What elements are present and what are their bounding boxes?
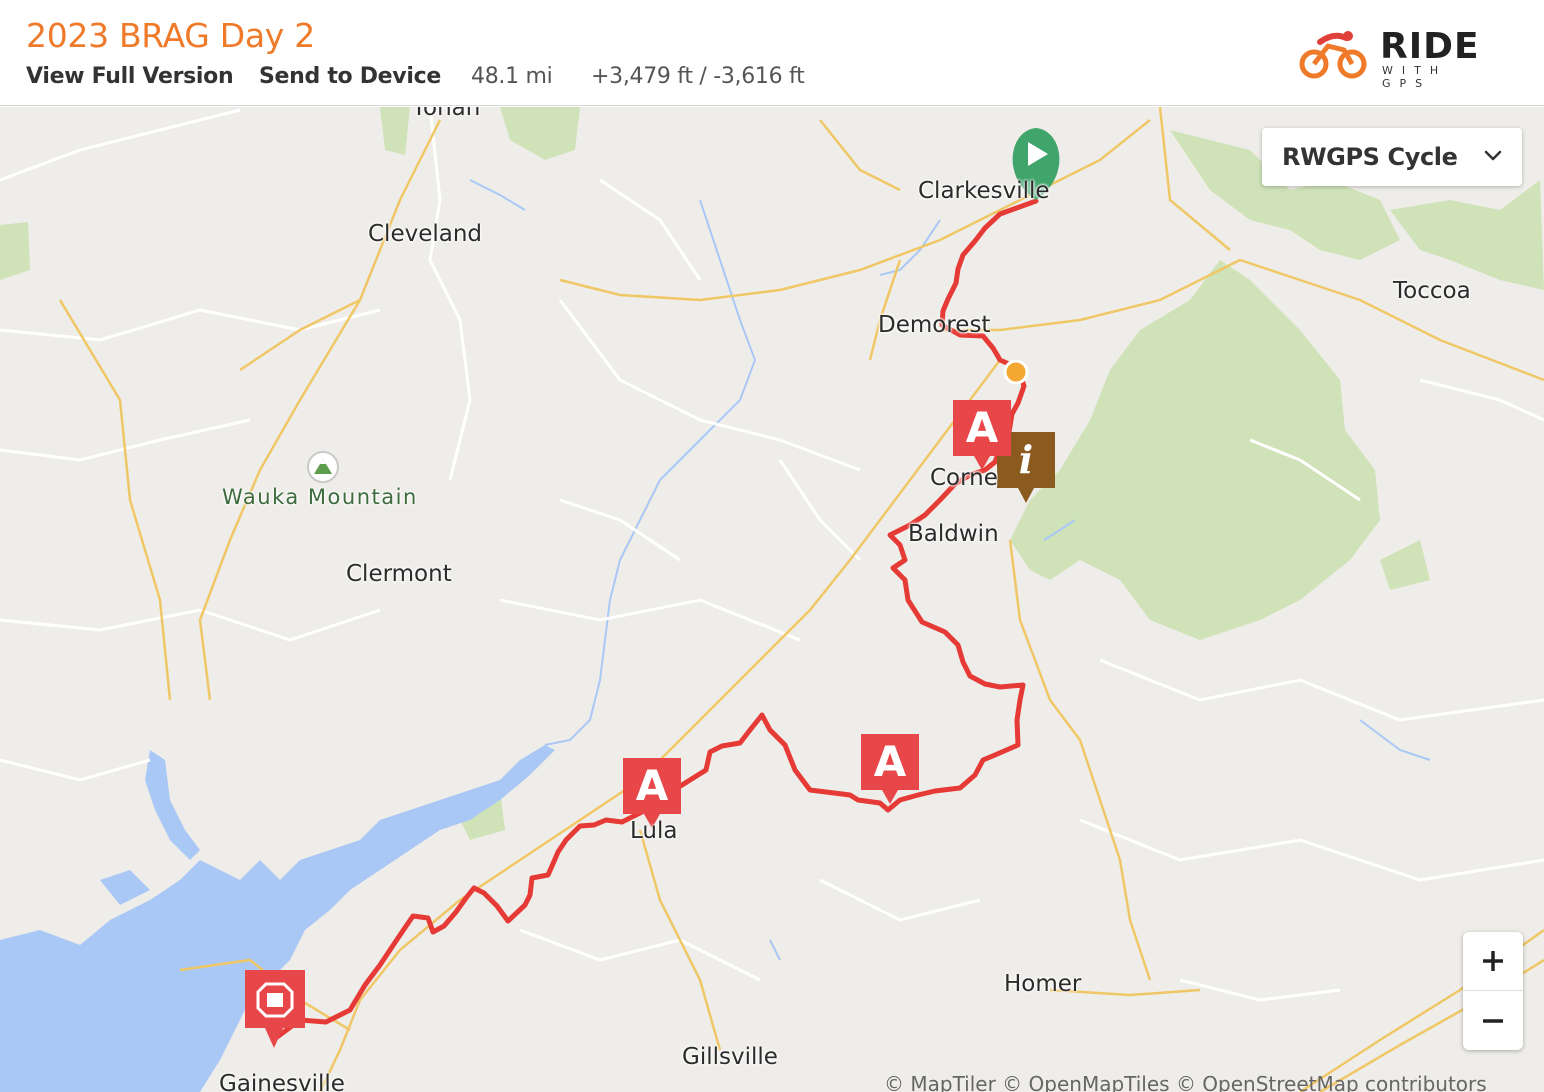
place-label-clarkesville: Clarkesville — [918, 178, 1050, 204]
place-label-cornelia: Cornelia — [930, 465, 998, 491]
place-label-clermont: Clermont — [346, 561, 452, 587]
chevron-down-icon — [1484, 150, 1502, 161]
info-icon: i — [1018, 437, 1034, 482]
zoom-in-button[interactable] — [1463, 932, 1523, 991]
map-canvas[interactable] — [0, 107, 1544, 1092]
map-style-label: RWGPS Cycle — [1282, 143, 1458, 171]
place-label-homer: Homer — [1004, 971, 1082, 997]
distance-stat: 48.1 mi — [471, 64, 553, 89]
place-label-demorest: Demorest — [878, 312, 991, 338]
waypoint-dot[interactable] — [1003, 359, 1029, 385]
logo-subtitle: WITH GPS — [1382, 64, 1448, 90]
view-full-version-link[interactable]: View Full Version — [26, 64, 234, 89]
ride-with-gps-logo[interactable]: RIDE WITH GPS — [1298, 26, 1508, 90]
map-style-dropdown[interactable]: RWGPS Cycle — [1262, 128, 1522, 186]
place-label-lula: Lula — [630, 818, 678, 844]
plus-icon — [1483, 951, 1503, 971]
elevation-stat: +3,479 ft / -3,616 ft — [591, 64, 805, 89]
minus-icon — [1483, 1018, 1503, 1023]
place-label-gillsville: Gillsville — [682, 1044, 778, 1070]
map-attribution[interactable]: © MapTiler © OpenMapTiles © OpenStreetMa… — [884, 1072, 1487, 1092]
aid-marker-letter: A — [873, 737, 907, 786]
place-label-cleveland: Cleveland — [368, 221, 483, 247]
route-map[interactable]: A A A i Yonah Cleveland Clarkesville Dem… — [0, 107, 1544, 1092]
place-label-baldwin: Baldwin — [908, 521, 999, 547]
place-label-gainesville: Gainesville — [219, 1071, 345, 1092]
place-label-yonah: Yonah — [412, 107, 481, 121]
mountain-icon — [307, 451, 339, 483]
end-marker[interactable] — [245, 970, 305, 1048]
aid-marker-east[interactable]: A — [861, 734, 919, 806]
zoom-control — [1463, 932, 1523, 1050]
logo-wordmark: RIDE — [1380, 26, 1480, 67]
zoom-out-button[interactable] — [1463, 991, 1523, 1050]
place-label-toccoa: Toccoa — [1393, 278, 1471, 304]
route-title: 2023 BRAG Day 2 — [26, 16, 315, 55]
aid-marker-letter: A — [635, 761, 669, 810]
send-to-device-link[interactable]: Send to Device — [259, 64, 441, 89]
header-bar: 2023 BRAG Day 2 View Full Version Send t… — [0, 0, 1544, 106]
cyclist-icon — [1299, 31, 1367, 79]
poi-label-wauka-mountain: Wauka Mountain — [222, 485, 418, 509]
